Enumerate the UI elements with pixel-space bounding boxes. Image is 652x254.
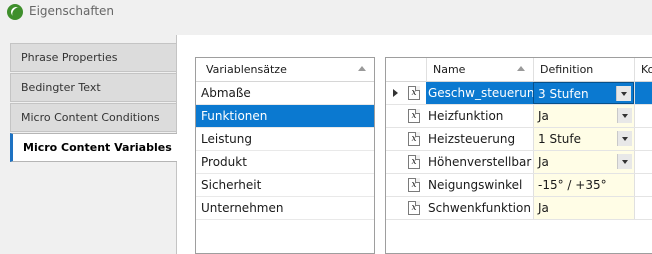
text-variable-icon: x (408, 132, 420, 146)
row-indicator (386, 82, 404, 104)
variable-type-cell: x (404, 105, 426, 127)
sort-ascending-icon (358, 66, 366, 71)
variable-type-cell: x (404, 128, 426, 150)
definition-value: 3 Stufen (538, 87, 589, 101)
variable-name[interactable]: Neigungswinkel (426, 174, 533, 196)
definition-dropdown[interactable]: 3 Stufen (533, 82, 634, 104)
variable-name[interactable]: Geschw_steuerung (426, 82, 533, 104)
table-row[interactable]: x Heizfunktion Ja (386, 105, 652, 128)
table-row[interactable]: x Heizsteuerung 1 Stufe (386, 128, 652, 151)
chevron-down-icon[interactable] (617, 131, 632, 146)
current-row-arrow-icon (393, 89, 398, 97)
row-indicator (386, 128, 404, 150)
title-bar: Eigenschaften (0, 0, 652, 24)
variable-name[interactable]: Schwenkfunktion (426, 197, 533, 219)
definition-dropdown[interactable]: Ja (533, 151, 634, 173)
extra-cell (634, 105, 652, 127)
extra-cell (634, 197, 652, 219)
column-header-name-label: Name (433, 63, 466, 76)
list-item[interactable]: Abmaße (196, 82, 374, 105)
chevron-down-icon[interactable] (617, 108, 632, 123)
variable-name[interactable]: Höhenverstellbar (426, 151, 533, 173)
list-item[interactable]: Leistung (196, 128, 374, 151)
grid-header: Name Definition Ko (386, 58, 652, 82)
definition-field[interactable]: Ja (533, 197, 634, 219)
sort-ascending-icon (517, 66, 525, 71)
list-item[interactable]: Unternehmen (196, 197, 374, 220)
definition-value: Ja (538, 155, 549, 169)
column-header-extra[interactable]: Ko (634, 58, 652, 81)
definition-value: Ja (538, 109, 549, 123)
definition-value: 1 Stufe (538, 132, 581, 146)
table-row[interactable]: x Geschw_steuerung 3 Stufen (386, 82, 652, 105)
row-indicator (386, 105, 404, 127)
tab-micro-content-conditions[interactable]: Micro Content Conditions (10, 103, 176, 132)
chevron-down-icon[interactable] (617, 154, 632, 169)
list-item[interactable]: Sicherheit (196, 174, 374, 197)
app-logo-icon (7, 4, 23, 20)
tab-bedingter-text[interactable]: Bedingter Text (10, 73, 176, 102)
variable-sets-list[interactable]: Variablensätze Abmaße Funktionen Leistun… (195, 57, 375, 254)
row-indicator (386, 197, 404, 219)
variable-type-cell: x (404, 197, 426, 219)
grid-header-spacer (386, 58, 426, 81)
row-indicator (386, 174, 404, 196)
variable-sets-header[interactable]: Variablensätze (196, 58, 374, 82)
column-header-name[interactable]: Name (426, 58, 533, 81)
extra-cell (634, 151, 652, 173)
tab-phrase-properties[interactable]: Phrase Properties (10, 43, 176, 72)
tab-strip: Phrase Properties Bedingter Text Micro C… (10, 35, 177, 254)
definition-dropdown[interactable]: Ja (533, 105, 634, 127)
tab-micro-content-variables[interactable]: Micro Content Variables (10, 133, 177, 162)
list-item[interactable]: Funktionen (196, 105, 374, 128)
variable-sets-header-label: Variablensätze (206, 63, 287, 76)
list-item[interactable]: Produkt (196, 151, 374, 174)
column-header-definition[interactable]: Definition (533, 58, 634, 81)
window-title: Eigenschaften (29, 4, 115, 18)
chevron-down-icon[interactable] (616, 86, 631, 101)
text-variable-icon: x (408, 109, 420, 123)
variables-grid[interactable]: Name Definition Ko x Geschw_steuerung 3 … (385, 57, 652, 254)
text-variable-icon: x (408, 155, 420, 169)
text-variable-icon: x (408, 201, 420, 215)
extra-cell (634, 174, 652, 196)
definition-field[interactable]: -15° / +35° (533, 174, 634, 196)
table-row[interactable]: x Neigungswinkel -15° / +35° (386, 174, 652, 197)
definition-dropdown[interactable]: 1 Stufe (533, 128, 634, 150)
extra-cell (634, 128, 652, 150)
extra-cell (634, 82, 652, 104)
table-row[interactable]: x Höhenverstellbar Ja (386, 151, 652, 174)
table-row[interactable]: x Schwenkfunktion Ja (386, 197, 652, 220)
text-variable-icon: x (408, 178, 420, 192)
variable-type-cell: x (404, 151, 426, 173)
variable-name[interactable]: Heizfunktion (426, 105, 533, 127)
variable-name[interactable]: Heizsteuerung (426, 128, 533, 150)
variable-type-cell: x (404, 82, 426, 104)
text-variable-icon: x (408, 86, 420, 100)
variable-type-cell: x (404, 174, 426, 196)
row-indicator (386, 151, 404, 173)
